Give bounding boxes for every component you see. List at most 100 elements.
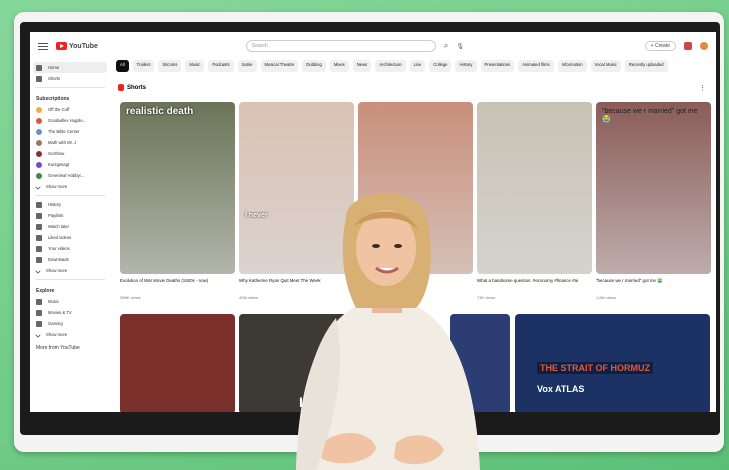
show-more-label: Show more: [46, 268, 68, 273]
sidebar-item-label: Liked videos: [48, 235, 72, 240]
search-input[interactable]: Search: [245, 40, 436, 52]
presenter-eye: [372, 244, 380, 248]
divider: [35, 195, 105, 196]
chip-architecture[interactable]: Architecture: [375, 60, 406, 72]
chip-sitcoms[interactable]: Sitcoms: [158, 60, 182, 72]
sidebar-item-label: Gaming: [48, 321, 63, 326]
chip-animated-films[interactable]: Animated films: [518, 60, 554, 72]
gaming-icon: [36, 320, 42, 327]
mic-icon[interactable]: 🎙: [456, 43, 464, 50]
channel-avatar: [36, 139, 42, 146]
presenter-smile: [375, 266, 399, 274]
channel-avatar: [36, 161, 42, 168]
chip-music[interactable]: Music: [185, 60, 205, 72]
channel-name: Goodwillex Hugsle...: [48, 118, 87, 123]
notifications-icon[interactable]: [684, 42, 692, 50]
sidebar-item-liked-videos[interactable]: Liked videos: [30, 232, 110, 243]
sidebar-item-your-videos[interactable]: Your videos: [30, 243, 110, 254]
history-icon: [36, 201, 42, 208]
short-caption: "because we r married" got me 😭: [596, 278, 663, 283]
short-overlay-text: realistic death: [126, 106, 194, 117]
subscription-channel[interactable]: Math with Mr. J: [30, 137, 110, 148]
subscription-channel[interactable]: The Bible Center: [30, 126, 110, 137]
avatar[interactable]: [700, 42, 708, 50]
sidebar-item-history[interactable]: History: [30, 199, 110, 210]
topbar: YouTube Search ⌕ 🎙 + Create: [30, 32, 716, 60]
chip-all[interactable]: All: [116, 60, 129, 72]
chip-podcasts[interactable]: Podcasts: [208, 60, 234, 72]
logo-text: YouTube: [69, 42, 98, 50]
sidebar-item-label: Home: [48, 65, 60, 70]
channel-name: Math with Mr. J: [48, 140, 77, 145]
chip-musical-theatre[interactable]: Musical Theatre: [260, 60, 299, 72]
sidebar-item-music[interactable]: Music: [30, 296, 110, 307]
shorts-title: Shorts: [127, 84, 147, 91]
sidebar-item-label: Movies & TV: [48, 310, 72, 315]
chip-presentations[interactable]: Presentations: [480, 60, 515, 72]
subscription-channel[interactable]: Kurzgesagt: [30, 159, 110, 170]
chip-trailers[interactable]: Trailers: [132, 60, 155, 72]
presenter-woman: [296, 193, 480, 470]
chip-recently-uploaded[interactable]: Recently uploaded: [624, 60, 668, 72]
sidebar-item-watch-later[interactable]: Watch later: [30, 221, 110, 232]
sidebar-item-shorts[interactable]: Shorts: [30, 73, 110, 84]
chip-information[interactable]: Information: [557, 60, 587, 72]
show-more-button-2[interactable]: Show more: [30, 265, 110, 276]
subscription-channel[interactable]: SciShow: [30, 148, 110, 159]
chip-mixes[interactable]: Mixes: [329, 60, 349, 72]
video-thumbnail-subtitle: Vox ATLAS: [537, 384, 585, 394]
music-icon: [36, 298, 42, 305]
sidebar-item-label: Downloads: [48, 257, 69, 262]
chip-vocal-music[interactable]: Vocal Music: [590, 60, 621, 72]
sidebar-item-movies-tv[interactable]: Movies & TV: [30, 307, 110, 318]
video-thumbnail[interactable]: THE STRAIT OF HORMUZ Vox ATLAS: [515, 314, 710, 412]
show-more-button-3[interactable]: Show more: [30, 329, 110, 340]
channel-avatar: [36, 117, 42, 124]
subscriptions-heading[interactable]: Subscriptions: [30, 91, 110, 104]
youtube-logo[interactable]: YouTube: [56, 42, 98, 50]
subscription-channel[interactable]: Greenleaf Hobbyi...: [30, 170, 110, 181]
divider: [35, 87, 105, 88]
chip-news[interactable]: News: [352, 60, 372, 72]
chip-live[interactable]: Live: [409, 60, 426, 72]
play-icon: [56, 42, 67, 50]
show-more-button[interactable]: Show more: [30, 181, 110, 192]
channel-name: Kurzgesagt: [48, 162, 70, 167]
show-more-label: Show more: [46, 332, 68, 337]
sidebar: Home Shorts Subscriptions Off the Cuff Goo…: [30, 62, 110, 412]
more-options-icon[interactable]: ⋮: [699, 84, 706, 92]
channel-name: SciShow: [48, 151, 65, 156]
short-thumbnail[interactable]: realistic death: [120, 102, 235, 274]
chip-history[interactable]: History: [455, 60, 477, 72]
filter-chips: All Trailers Sitcoms Music Podcasts Satire Mus…: [116, 60, 710, 72]
watch-later-icon: [36, 223, 42, 230]
video-thumbnail[interactable]: [120, 314, 235, 412]
short-overlay-text: "because we r married" got me 😭: [602, 108, 698, 123]
short-thumbnail[interactable]: "because we r married" got me 😭: [596, 102, 711, 274]
menu-icon[interactable]: [38, 42, 48, 50]
short-caption: Evolution of War Movie Deaths (1920s - n…: [120, 278, 209, 283]
channel-avatar: [36, 106, 42, 113]
presenter-eye: [394, 244, 402, 248]
chip-college[interactable]: College: [429, 60, 452, 72]
your-videos-icon: [36, 245, 42, 252]
channel-name: Off the Cuff: [48, 107, 70, 112]
chip-dubbing[interactable]: Dubbing: [302, 60, 326, 72]
short-views: 1.6M views: [596, 295, 617, 300]
subscription-channel[interactable]: Off the Cuff: [30, 104, 110, 115]
sidebar-item-downloads[interactable]: Downloads: [30, 254, 110, 265]
chip-satire[interactable]: Satire: [237, 60, 257, 72]
shorts-icon: [118, 84, 124, 91]
search-icon[interactable]: ⌕: [444, 41, 448, 51]
liked-videos-icon: [36, 234, 42, 241]
shorts-heading: Shorts: [118, 84, 146, 91]
subscription-channel[interactable]: Goodwillex Hugsle...: [30, 115, 110, 126]
sidebar-item-label: Music: [48, 299, 59, 304]
chevron-down-icon: [35, 183, 41, 190]
channel-name: Greenleaf Hobbyi...: [48, 173, 85, 178]
create-button[interactable]: + Create: [644, 41, 676, 51]
sidebar-item-label: Watch later: [48, 224, 70, 229]
sidebar-item-gaming[interactable]: Gaming: [30, 318, 110, 329]
sidebar-item-playlists[interactable]: Playlists: [30, 210, 110, 221]
sidebar-item-home[interactable]: Home: [33, 62, 107, 73]
